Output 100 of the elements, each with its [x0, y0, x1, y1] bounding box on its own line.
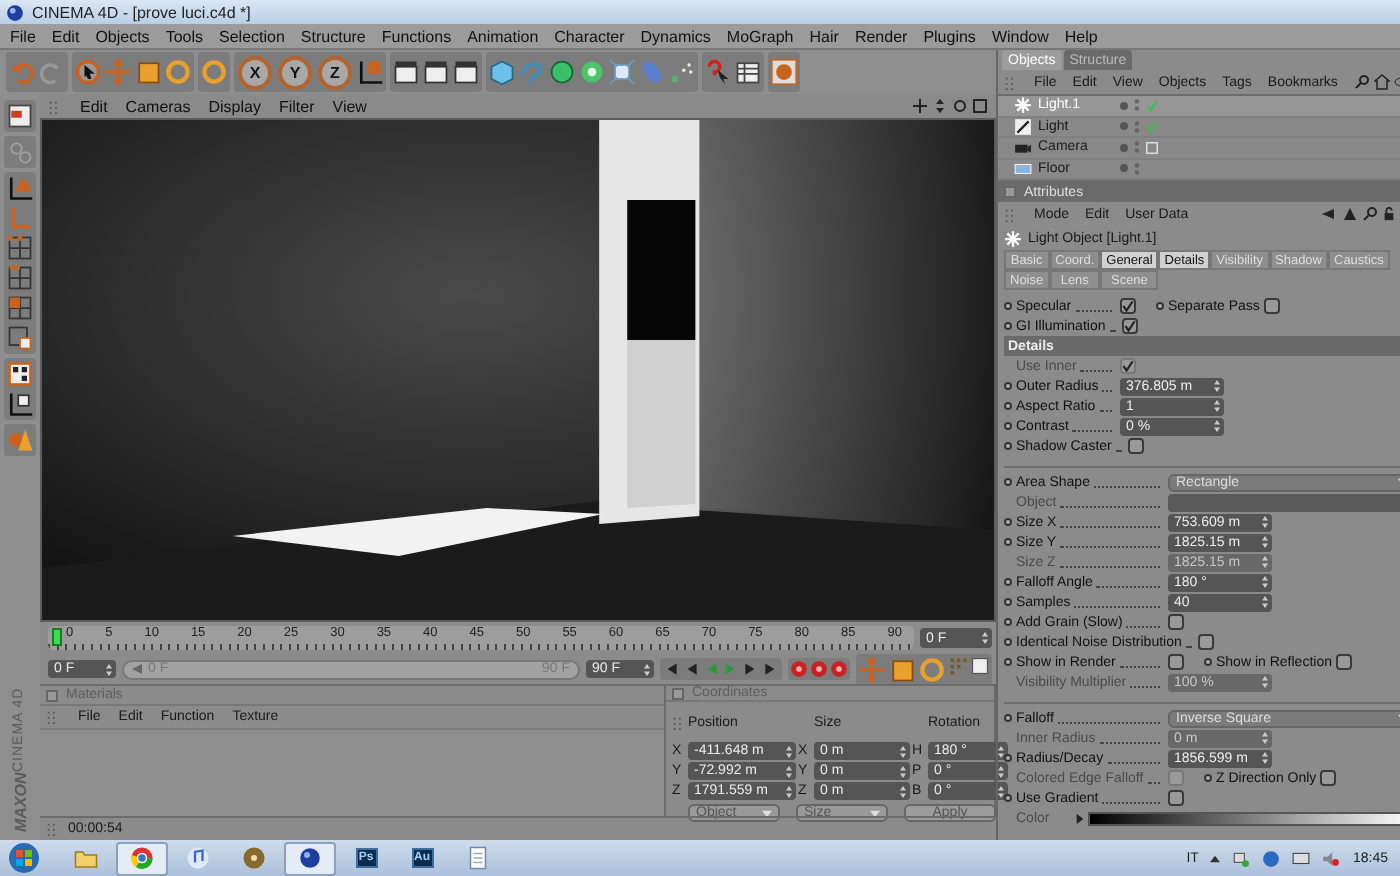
menu-item[interactable]: Plugins [923, 27, 976, 45]
keyframe-selection-icon[interactable] [830, 660, 848, 678]
keyframe-dot-icon[interactable] [1004, 402, 1012, 410]
checkbox[interactable] [1168, 614, 1184, 630]
up-arrow-icon[interactable] [1210, 853, 1221, 863]
search-icon[interactable] [1361, 206, 1378, 222]
spinner-arrows-icon[interactable] [982, 632, 988, 644]
spinner-arrows-icon[interactable] [1262, 536, 1268, 548]
deformer-icon[interactable] [608, 58, 636, 86]
menu-item[interactable]: Structure [300, 27, 366, 45]
menu-item[interactable]: Animation [467, 27, 539, 45]
monitor-icon[interactable] [1292, 849, 1311, 867]
keyframe-dot-icon[interactable] [1004, 442, 1012, 450]
spinner-arrows-icon[interactable] [900, 785, 906, 797]
caret-icon[interactable] [762, 809, 772, 817]
layout-icon[interactable] [6, 102, 34, 130]
checkbox[interactable] [1320, 770, 1337, 786]
keyframe-dot-icon[interactable] [1004, 478, 1012, 486]
checker-icon[interactable] [6, 360, 34, 388]
grid-dots-icon[interactable] [948, 655, 968, 675]
render-view-icon[interactable] [422, 58, 450, 86]
last-frame-icon[interactable] [762, 660, 780, 678]
grip-icon[interactable] [46, 710, 60, 724]
visibility-dot-icon[interactable] [1120, 101, 1128, 110]
axis-lock-button[interactable]: Y [278, 55, 312, 89]
caret-icon[interactable] [870, 809, 880, 817]
uv-polygons-icon[interactable] [6, 324, 34, 352]
panel-toggle-icon[interactable] [1004, 186, 1016, 198]
grip-icon[interactable] [1004, 75, 1018, 89]
menu-item[interactable]: File [10, 27, 36, 45]
spinner-arrows-icon[interactable] [998, 765, 1004, 777]
scale-tool-icon[interactable] [134, 58, 162, 86]
keyframe-dot-icon[interactable] [1004, 382, 1012, 390]
coordinate-system-icon[interactable] [356, 58, 384, 86]
keyframe-dot-icon[interactable] [1204, 658, 1212, 666]
home-icon[interactable] [1373, 74, 1390, 90]
object-axis-icon[interactable] [6, 174, 34, 202]
checkbox[interactable] [1120, 298, 1136, 314]
edges-icon[interactable] [6, 264, 34, 292]
sphere-icon[interactable] [548, 58, 576, 86]
spinner-arrows-icon[interactable] [1214, 380, 1220, 392]
gradient-bar[interactable] [1088, 811, 1400, 825]
spinner-arrows-icon[interactable] [106, 663, 112, 675]
menu-item[interactable]: Filter [278, 97, 315, 115]
flower-icon[interactable] [578, 58, 606, 86]
keyframe-dot-icon[interactable] [1004, 658, 1012, 666]
keyframe-dot-icon[interactable] [1004, 618, 1012, 626]
menu-item[interactable]: MoGraph [726, 27, 794, 45]
expand-triangle-icon[interactable] [1076, 813, 1084, 823]
help-icon[interactable] [704, 58, 732, 86]
checkbox[interactable] [1197, 634, 1214, 650]
maximize-icon[interactable] [972, 98, 988, 114]
spinner-arrows-icon[interactable] [1262, 516, 1268, 528]
autokey-icon[interactable] [810, 660, 828, 678]
particles-icon[interactable] [668, 58, 696, 86]
render-view-icon[interactable] [392, 58, 420, 86]
editor-render-dots-icon[interactable] [1134, 161, 1140, 176]
spinner-arrows-icon[interactable] [998, 785, 1004, 797]
grip-icon[interactable] [46, 822, 60, 836]
left-arrow-icon[interactable] [132, 664, 142, 674]
taskbar-button[interactable] [116, 841, 168, 875]
menu-item[interactable]: Cameras [125, 97, 191, 115]
checkbox[interactable] [1121, 318, 1138, 334]
lock-icon[interactable] [1381, 206, 1396, 222]
menu-item[interactable]: Character [554, 27, 625, 45]
spinner-arrows-icon[interactable] [1214, 400, 1220, 412]
keyframe-dot-icon[interactable] [1004, 754, 1012, 762]
scale-tool-icon[interactable] [888, 655, 916, 683]
record-icon[interactable] [790, 660, 808, 678]
spinner-arrows-icon[interactable] [998, 745, 1004, 757]
zoom-view-icon[interactable] [932, 98, 948, 114]
menu-item[interactable]: Functions [381, 27, 452, 45]
menu-item[interactable]: Render [854, 27, 908, 45]
layout-icon[interactable] [970, 655, 990, 675]
menu-item[interactable]: Display [208, 97, 261, 115]
menu-item[interactable]: Edit [80, 97, 108, 115]
spinner-arrows-icon[interactable] [900, 765, 906, 777]
panel-toggle-icon[interactable] [46, 689, 58, 701]
menu-item[interactable]: Tools [165, 27, 203, 45]
editor-render-dots-icon[interactable] [1134, 140, 1140, 155]
previous-key-icon[interactable] [682, 660, 700, 678]
up-arrow-icon[interactable] [1341, 206, 1358, 222]
grip-icon[interactable] [1004, 207, 1018, 221]
rotate-view-icon[interactable] [952, 98, 968, 114]
keyframe-dot-icon[interactable] [1004, 578, 1012, 586]
texture-axis-icon[interactable] [6, 390, 34, 418]
shield-icon[interactable] [1262, 849, 1281, 867]
keyframe-dot-icon[interactable] [1004, 422, 1012, 430]
taskbar-button[interactable] [284, 841, 336, 875]
checkbox[interactable] [1263, 298, 1280, 314]
spinner-arrows-icon[interactable] [1262, 576, 1268, 588]
menu-item[interactable]: Hair [809, 27, 839, 45]
start-button-icon[interactable] [8, 842, 40, 874]
back-arrow-icon[interactable] [1319, 206, 1338, 222]
spinner-arrows-icon[interactable] [1262, 596, 1268, 608]
select-tool-icon[interactable] [74, 58, 102, 86]
axis-lock-button[interactable]: X [238, 55, 272, 89]
keyframe-dot-icon[interactable] [1004, 538, 1012, 546]
speaker-muted-icon[interactable] [1322, 849, 1341, 867]
spinner-arrows-icon[interactable] [786, 745, 792, 757]
